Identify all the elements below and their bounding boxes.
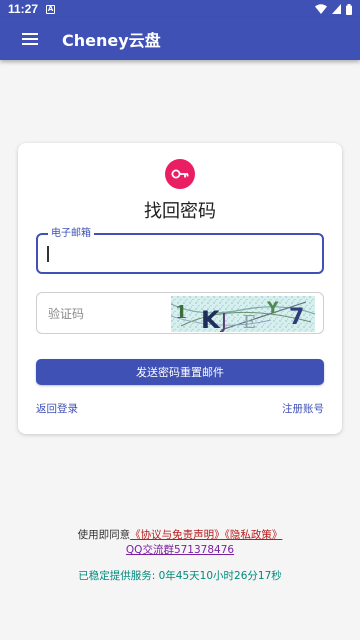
signal-icon (332, 4, 341, 14)
svg-text:K: K (201, 306, 221, 332)
back-to-login-link[interactable]: 返回登录 (36, 401, 78, 416)
status-time: 11:27 (8, 2, 39, 16)
svg-text:J: J (219, 309, 227, 332)
wifi-icon (315, 4, 327, 14)
captcha-row: 验证码 1 K J E Y 7 (36, 292, 324, 334)
app-title: Cheney云盘 (62, 31, 161, 50)
send-reset-email-button[interactable]: 发送密码重置邮件 (36, 359, 324, 385)
agreement-notice: 使用即同意《协议与免责声明》《隐私政策》 (0, 527, 360, 542)
svg-text:1: 1 (175, 302, 188, 323)
menu-icon (22, 33, 38, 45)
uptime-text: 已稳定提供服务: 0年45天10小时26分17秒 (78, 570, 282, 582)
menu-button[interactable] (15, 24, 45, 54)
captcha-input[interactable] (47, 303, 167, 323)
register-link[interactable]: 注册账号 (282, 401, 324, 416)
page-title: 找回密码 (144, 201, 216, 222)
captcha-image[interactable]: 1 K J E Y 7 (171, 296, 315, 332)
key-badge (165, 159, 195, 189)
agreement-link[interactable]: 《协议与免责声明》《隐私政策》 (130, 529, 282, 541)
agreement-prefix: 使用即同意 (77, 529, 131, 541)
reset-password-card: 找回密码 电子邮箱 验证码 1 K J E Y 7 发送密码重置邮件 返回登录 … (18, 143, 342, 434)
email-input[interactable] (48, 243, 308, 265)
svg-text:Y: Y (266, 298, 279, 317)
svg-text:E: E (243, 312, 256, 332)
svg-text:7: 7 (289, 305, 304, 330)
qq-group-link[interactable]: QQ交流群571378476 (0, 542, 360, 557)
status-bar: 11:27 A (0, 0, 360, 18)
key-icon (171, 169, 189, 179)
status-indicators (315, 3, 352, 15)
text-cursor (47, 246, 49, 262)
battery-icon (346, 3, 352, 15)
email-label: 电子邮箱 (48, 227, 94, 240)
notification-icon: A (46, 4, 56, 14)
app-bar: Cheney云盘 (0, 18, 360, 60)
email-field[interactable]: 电子邮箱 (36, 227, 324, 274)
